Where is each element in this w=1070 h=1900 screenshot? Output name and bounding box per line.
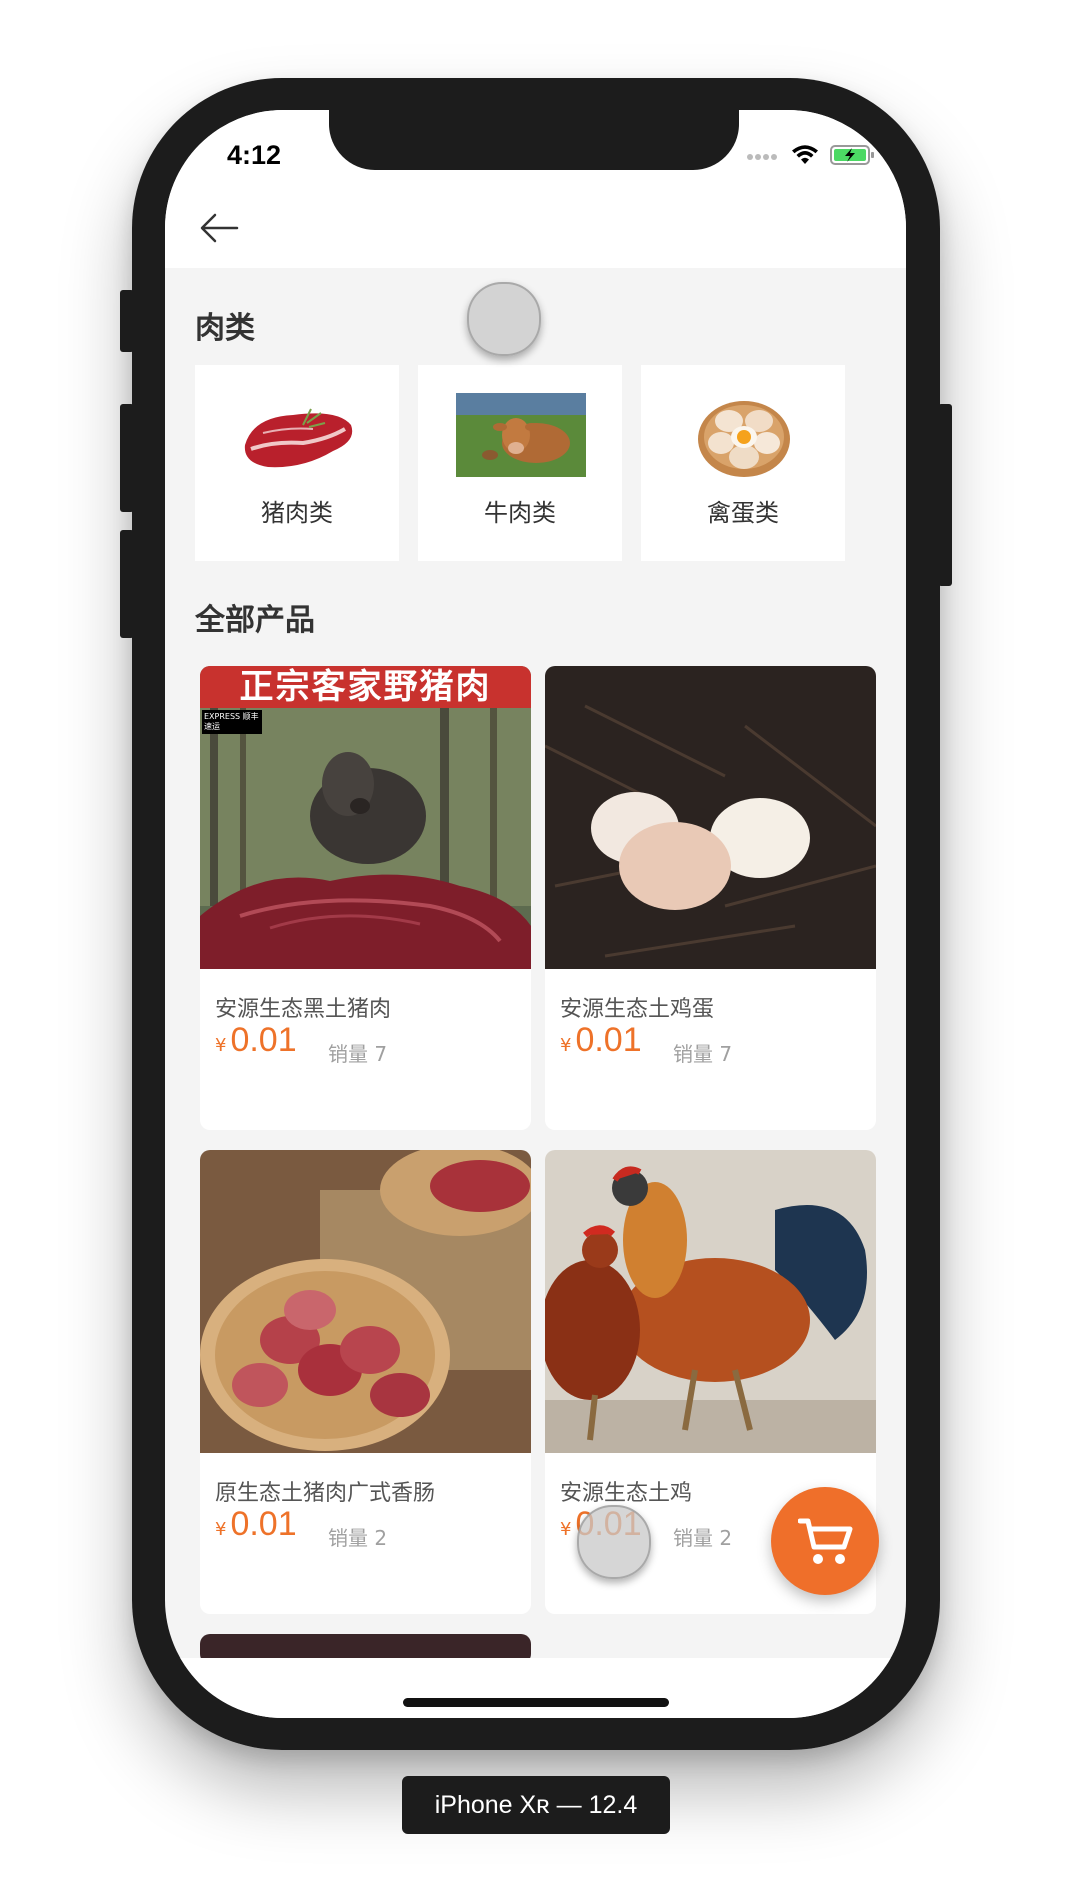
category-card-beef[interactable]: 牛肉类 (418, 365, 622, 561)
sales-count: 销量 2 (328, 1526, 388, 1550)
product-card[interactable]: 原生态土猪肉广式香肠 ¥0.01 销量 2 (200, 1150, 531, 1614)
volume-up-button (120, 404, 134, 512)
product-price: ¥0.01 (215, 1021, 297, 1060)
home-indicator[interactable] (403, 1698, 669, 1707)
price-value: 0.01 (575, 1021, 642, 1059)
cart-icon (797, 1517, 854, 1571)
sales-count: 销量 7 (328, 1042, 388, 1066)
sales-count: 销量 7 (673, 1042, 733, 1066)
product-name: 安源生态土鸡 (560, 1481, 693, 1506)
touch-indicator (577, 1505, 651, 1579)
express-badge: EXPRESS 顺丰速运 (204, 712, 259, 731)
eggs-in-nest-image (545, 666, 876, 969)
price-value: 0.01 (230, 1021, 297, 1059)
product-name: 安源生态黑土猪肉 (215, 997, 392, 1022)
product-price: ¥0.01 (560, 1021, 642, 1060)
section-title-meat: 肉类 (195, 311, 255, 346)
currency-symbol: ¥ (560, 1519, 572, 1540)
category-label: 猪肉类 (261, 499, 333, 527)
product-banner: 正宗客家野猪肉 (239, 667, 492, 707)
category-label: 禽蛋类 (707, 499, 779, 527)
product-card[interactable]: 正宗客家野猪肉 EXPRESS 顺丰速运 安源生态黑土猪肉 ¥0.01 销量 7 (200, 666, 531, 1130)
eggs-image (679, 393, 809, 477)
home-indicator-area (165, 1658, 906, 1718)
mute-switch (120, 290, 134, 352)
product-price: ¥0.01 (215, 1505, 297, 1544)
section-title-all-products: 全部产品 (195, 603, 315, 638)
touch-indicator (467, 282, 541, 356)
signal-icon (746, 148, 780, 167)
app-screen: 4:12 肉类 猪肉类 牛肉类 禽蛋类 全部产品 正宗客家野猪肉 EXPRESS… (165, 110, 906, 1718)
notch (329, 110, 739, 170)
wild-boar-image: 正宗客家野猪肉 EXPRESS 顺丰速运 (200, 666, 531, 969)
status-time: 4:12 (227, 140, 282, 170)
power-button (938, 404, 952, 586)
cow-image (456, 393, 586, 477)
volume-down-button (120, 530, 134, 638)
category-label: 牛肉类 (484, 499, 556, 527)
category-card-eggs[interactable]: 禽蛋类 (641, 365, 845, 561)
sales-count: 销量 2 (673, 1526, 733, 1550)
product-card[interactable]: 安源生态土鸡蛋 ¥0.01 销量 7 (545, 666, 876, 1130)
back-arrow-icon[interactable] (199, 208, 239, 248)
currency-symbol: ¥ (215, 1035, 227, 1056)
device-label: iPhone Xʀ — 12.4 (402, 1776, 670, 1834)
sausage-image (200, 1150, 531, 1453)
currency-symbol: ¥ (560, 1035, 572, 1056)
battery-icon (830, 144, 876, 170)
status-icons (746, 144, 876, 170)
product-name: 安源生态土鸡蛋 (560, 997, 715, 1022)
product-name: 原生态土猪肉广式香肠 (215, 1481, 436, 1506)
category-card-pork[interactable]: 猪肉类 (195, 365, 399, 561)
currency-symbol: ¥ (215, 1519, 227, 1540)
rooster-image (545, 1150, 876, 1453)
price-value: 0.01 (230, 1505, 297, 1543)
meat-steak-image (233, 393, 363, 477)
cart-button[interactable] (771, 1487, 879, 1595)
wifi-icon (790, 144, 820, 170)
